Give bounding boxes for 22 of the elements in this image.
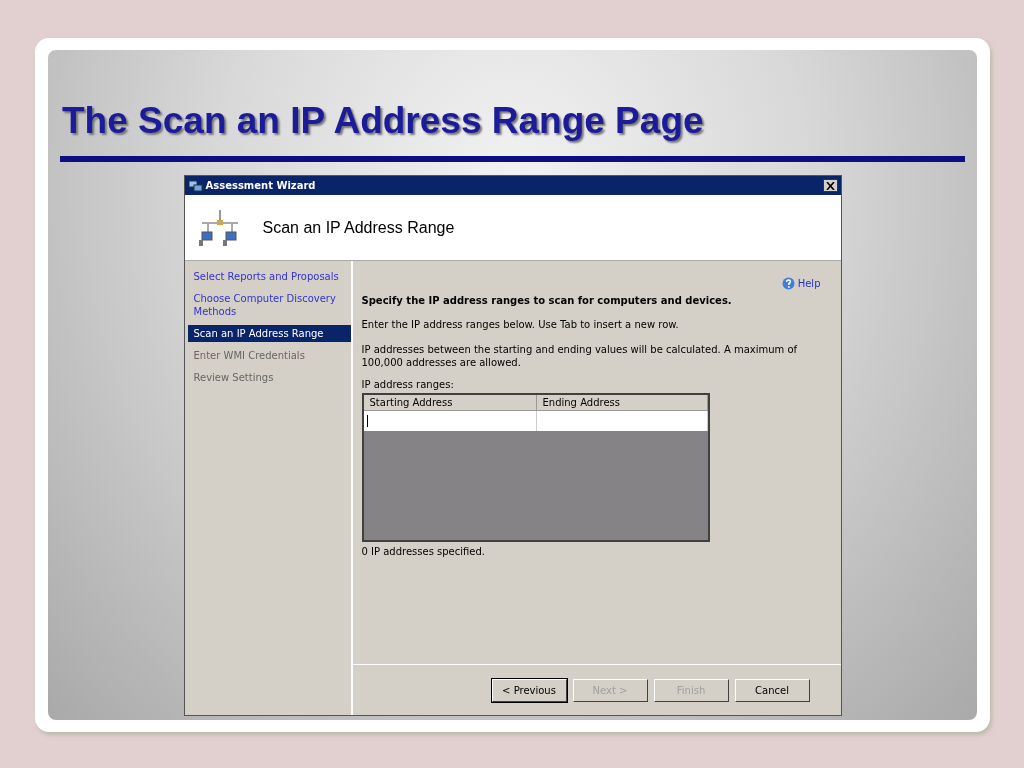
wizard-step[interactable]: Select Reports and Proposals — [187, 268, 351, 285]
wizard-button[interactable]: < Previous — [491, 678, 567, 702]
table-label: IP address ranges: — [361, 379, 454, 390]
wizard-step: Enter WMI Credentials — [187, 347, 351, 364]
wizard-button[interactable]: Cancel — [734, 678, 810, 702]
network-computers-icon — [198, 209, 241, 246]
page-heading: Scan an IP Address Range — [262, 218, 455, 237]
text-cursor — [366, 415, 368, 427]
instruction-heading: Specify the IP address ranges to scan for computers and devices. — [361, 295, 732, 306]
slide-title: The Scan an IP Address Range Page — [62, 102, 705, 139]
wizard-step[interactable]: Choose Computer Discovery Methods — [187, 290, 351, 320]
wizard-step: Review Settings — [187, 369, 351, 386]
instruction-text: Enter the IP address ranges below. Use Tab to insert a new row. — [361, 318, 679, 331]
close-icon — [825, 181, 835, 190]
window-title: Assessment Wizard — [205, 180, 317, 191]
computers-icon — [187, 178, 203, 193]
close-button[interactable] — [822, 179, 838, 192]
instruction-text: IP addresses between the starting and ending values will be calculated. A maximum of 100,000 addresses are allowed. — [361, 343, 799, 369]
wizard-step[interactable]: Scan an IP Address Range — [187, 325, 351, 342]
help-link[interactable]: Help — [781, 277, 821, 290]
help-icon — [781, 277, 795, 290]
address-count: 0 IP addresses specified. — [361, 546, 485, 557]
